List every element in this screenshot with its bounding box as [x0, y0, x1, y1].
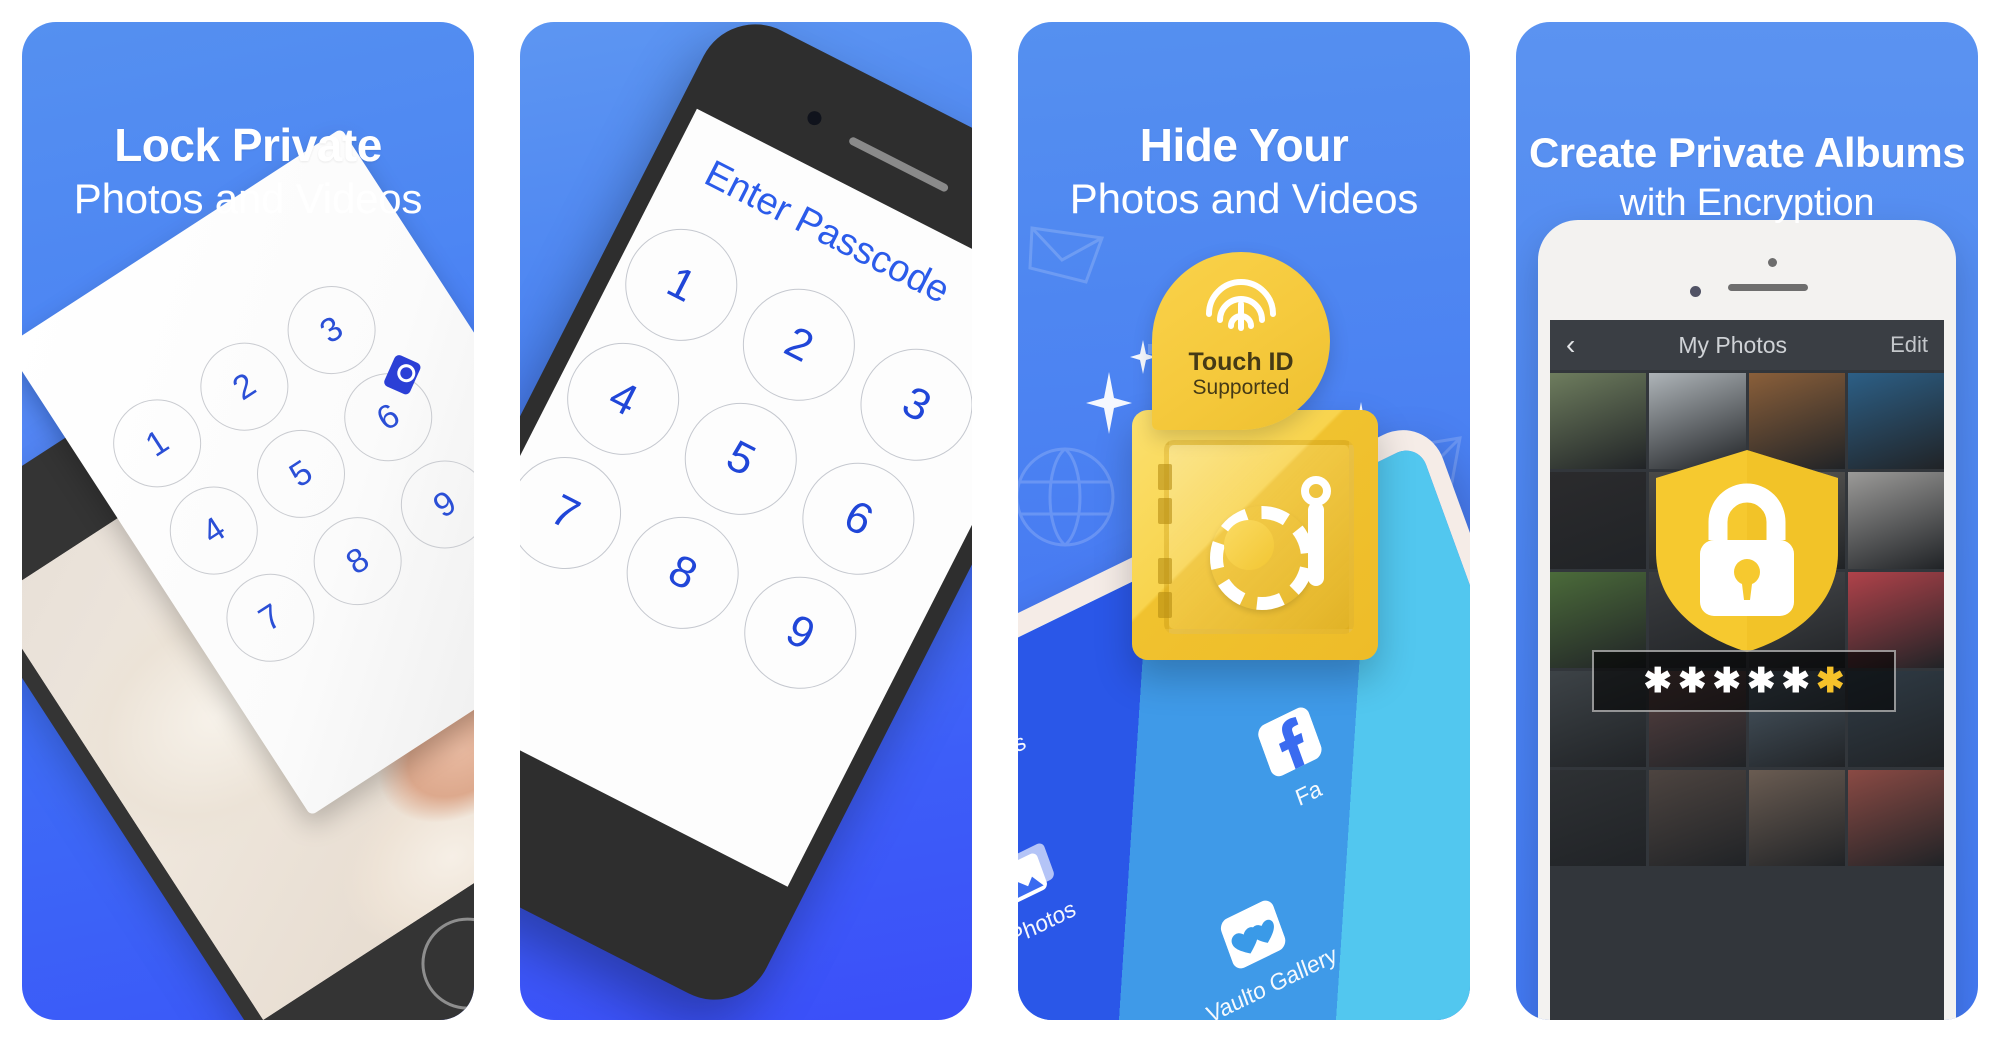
proximity-sensor-icon	[1768, 258, 1777, 267]
panel3-heading-line2: Photos and Videos	[1069, 175, 1419, 222]
keypad-key-5[interactable]: 5	[665, 383, 817, 535]
chevron-left-icon[interactable]: ‹	[1566, 331, 1575, 359]
photo-thumbnail[interactable]	[1847, 770, 1944, 867]
panel4-heading-line1: Create Private Albums	[1528, 129, 1966, 176]
keypad-key-8[interactable]: 8	[296, 500, 419, 623]
keypad-key-2[interactable]: 2	[183, 325, 306, 448]
keypad-key-2[interactable]: 2	[723, 269, 875, 421]
keypad-key-5[interactable]: 5	[240, 413, 362, 535]
panel4-heading: Create Private Albums with Encryption	[1516, 128, 1978, 228]
keypad-key-8[interactable]: 8	[607, 497, 758, 649]
front-camera-icon	[805, 108, 824, 128]
keypad-key-4[interactable]: 4	[152, 469, 275, 592]
passcode-asterisk: ✱	[1678, 662, 1707, 700]
passcode-asterisk: ✱	[1747, 662, 1776, 700]
keypad-key-1[interactable]: 1	[96, 382, 219, 505]
panel4-heading-line2: with Encryption	[1619, 182, 1875, 224]
photo-thumbnail[interactable]	[1649, 770, 1746, 867]
panel1-heading: Lock Private Photos and Videos	[22, 118, 474, 226]
safe-handle-icon[interactable]	[1301, 476, 1331, 586]
keypad-key-7[interactable]: 7	[209, 556, 332, 679]
keypad-key-3[interactable]: 3	[841, 329, 972, 481]
safe-dial-center	[1224, 520, 1274, 570]
panel3-heading-line1: Hide Your	[1139, 119, 1349, 171]
photo-thumbnail[interactable]	[1550, 373, 1647, 470]
front-camera-icon	[1690, 286, 1701, 297]
keypad-key-6[interactable]: 6	[783, 443, 934, 595]
speaker-grille	[847, 135, 950, 193]
sparkle-icon	[1086, 372, 1132, 434]
badge-labels: Touch ID Supported	[1152, 334, 1330, 404]
safe-hinge	[1158, 558, 1172, 584]
safe-hinge	[1158, 498, 1172, 524]
safe-vault-icon	[1132, 410, 1378, 660]
keypad-key-7[interactable]: 7	[520, 437, 641, 589]
safe-hinge	[1158, 592, 1172, 618]
photo-thumbnail[interactable]	[1550, 472, 1647, 569]
touch-id-subtitle: Supported	[1192, 376, 1290, 399]
page-title: My Photos	[1678, 331, 1788, 358]
speaker-grille	[1728, 284, 1808, 291]
keypad-key-9[interactable]: 9	[724, 557, 876, 709]
panel-create-private-albums: ‹ My Photos Edit ✱ ✱ ✱ ✱ ✱ ✱ Create Priv…	[1516, 22, 1978, 1020]
keypad-key-3[interactable]: 3	[270, 269, 393, 391]
phone-device-white: ‹ My Photos Edit ✱ ✱ ✱ ✱ ✱ ✱	[1538, 220, 1956, 1020]
photo-thumbnail[interactable]	[1847, 472, 1944, 569]
proximity-sensor-icon	[969, 186, 972, 201]
navbar: ‹ My Photos Edit	[1550, 320, 1944, 370]
passcode-asterisk: ✱	[1643, 662, 1673, 700]
photo-thumbnail[interactable]	[1550, 770, 1647, 867]
envelope-outline-icon	[1026, 218, 1108, 288]
shield-lock-icon	[1652, 448, 1842, 654]
photo-thumbnail[interactable]	[1748, 770, 1845, 867]
passcode-asterisk: ✱	[1712, 662, 1742, 700]
keypad-key-4[interactable]: 4	[547, 323, 699, 475]
panel1-heading-line2: Photos and Videos	[73, 175, 423, 222]
screenshot-stage: 1 2 3 4 5 6 7 8 9 Lock Private Photos an…	[0, 0, 2000, 1046]
panel3-heading: Hide Your Photos and Videos	[1018, 118, 1470, 226]
touch-id-title: Touch ID	[1188, 348, 1294, 376]
panel-enter-passcode: Enter Passcode 1 2 3 4 5 6 7 8 9	[520, 22, 972, 1020]
fingerprint-icon	[1203, 270, 1279, 332]
passcode-field[interactable]: ✱ ✱ ✱ ✱ ✱ ✱	[1592, 650, 1896, 712]
edit-button[interactable]: Edit	[1890, 332, 1928, 358]
safe-hinge	[1158, 464, 1172, 490]
touch-id-badge: Touch ID Supported	[1152, 252, 1330, 430]
keypad-key-1[interactable]: 1	[605, 209, 757, 361]
panel-lock-private: 1 2 3 4 5 6 7 8 9 Lock Private Photos an…	[22, 22, 474, 1020]
passcode-asterisk: ✱	[1816, 662, 1845, 700]
globe-outline-icon	[1018, 442, 1120, 552]
passcode-asterisk: ✱	[1781, 662, 1811, 700]
photo-thumbnail[interactable]	[1847, 373, 1944, 470]
panel1-heading-line1: Lock Private	[114, 119, 382, 171]
